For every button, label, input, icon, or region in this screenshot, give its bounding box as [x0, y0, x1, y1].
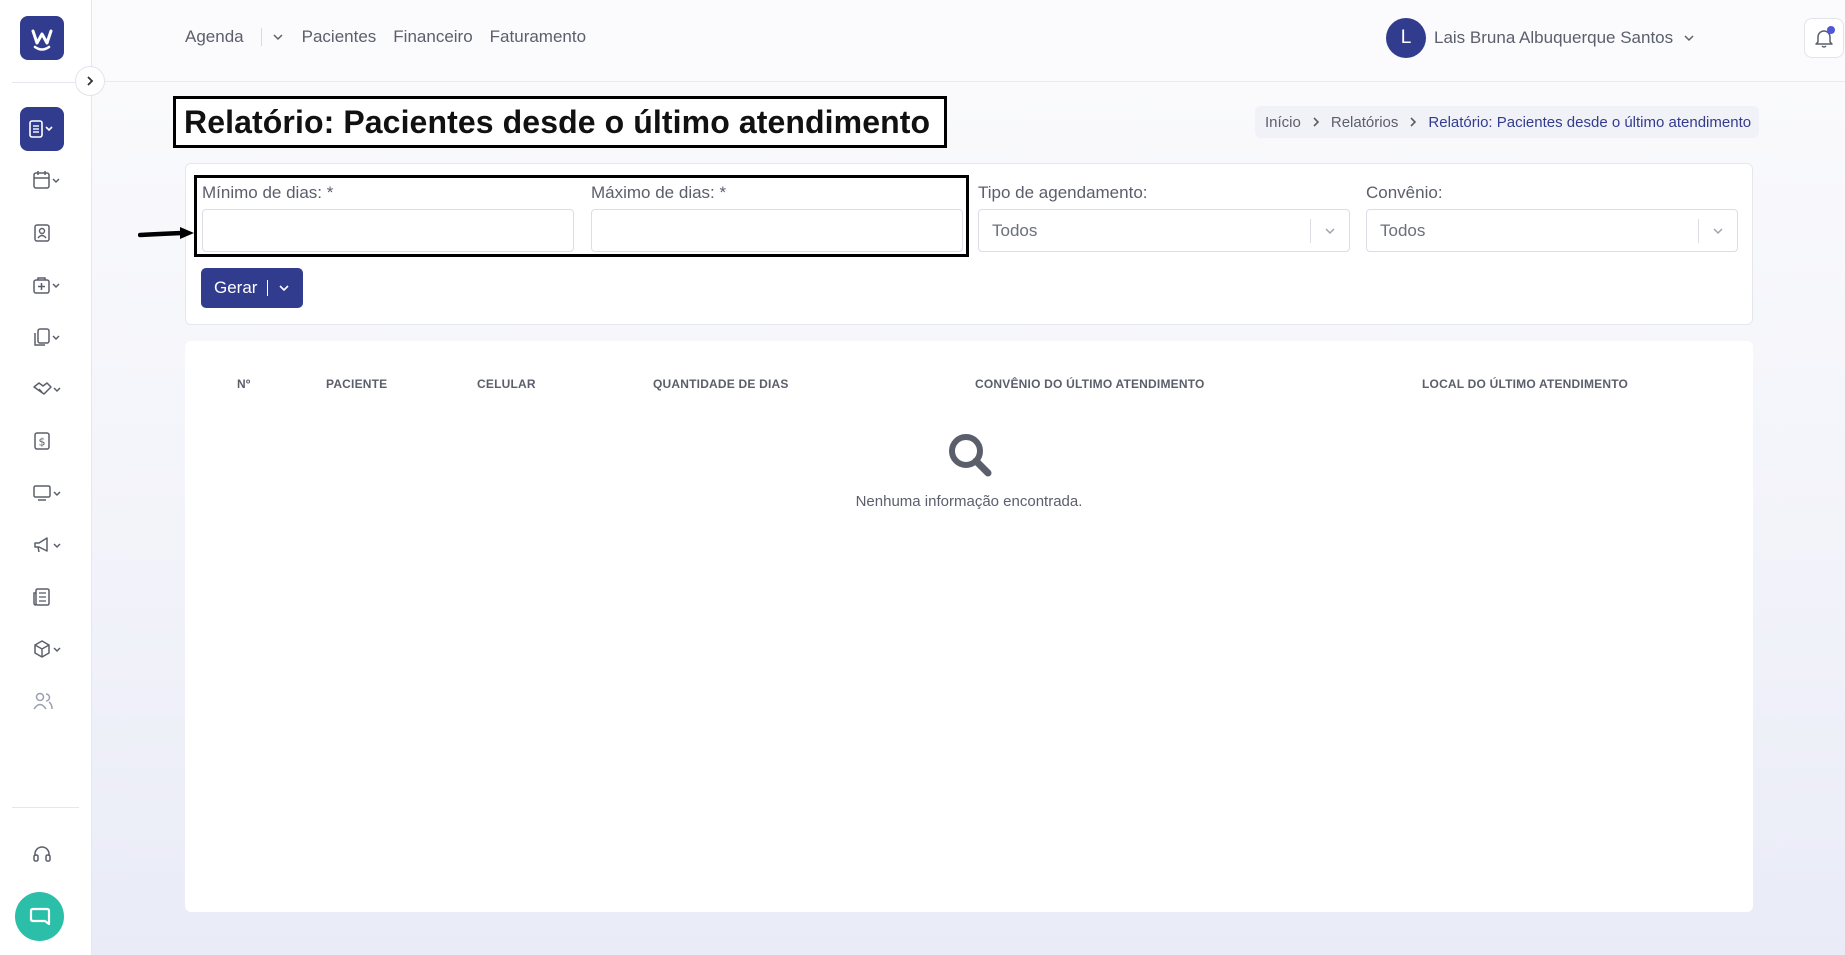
newspaper-icon: [33, 588, 50, 606]
breadcrumb-separator: [1408, 117, 1418, 127]
results-table: Nº PACIENTE CELULAR QUANTIDADE DE DIAS C…: [185, 341, 1753, 912]
documents-icon: [34, 328, 60, 346]
breadcrumb-home[interactable]: Início: [1265, 114, 1301, 131]
sidebar-divider: [12, 82, 79, 83]
select-arrow[interactable]: [1699, 225, 1737, 237]
user-menu[interactable]: L Lais Bruna Albuquerque Santos: [1386, 18, 1695, 58]
medical-kit-icon: [33, 277, 60, 294]
chevron-down-icon: [1325, 227, 1335, 234]
sidebar-item-agreements[interactable]: [26, 373, 66, 405]
report-icon: [29, 120, 53, 138]
monitor-icon: [33, 485, 61, 501]
sidebar: $: [0, 0, 92, 955]
insurance-label: Convênio:: [1366, 183, 1443, 202]
min-days-label: Mínimo de dias: *: [202, 183, 334, 202]
logo-icon: [31, 29, 53, 51]
chevron-down-icon: [279, 285, 290, 292]
user-name[interactable]: Lais Bruna Albuquerque Santos: [1434, 28, 1673, 48]
chat-button[interactable]: [15, 892, 64, 941]
chevron-down-icon: [273, 34, 283, 41]
search-icon: [949, 434, 992, 477]
breadcrumb-reports[interactable]: Relatórios: [1331, 114, 1399, 131]
sidebar-item-inventory[interactable]: [26, 633, 66, 665]
nav-faturamento[interactable]: Faturamento: [490, 27, 586, 47]
sidebar-item-medical[interactable]: [26, 269, 66, 301]
nav-agenda[interactable]: Agenda: [185, 27, 244, 47]
chevron-right-icon: [1313, 117, 1319, 127]
sidebar-item-marketing[interactable]: [26, 529, 66, 561]
schedule-type-value: Todos: [992, 220, 1038, 240]
chevron-down-icon: [1684, 35, 1694, 42]
column-header-insurance[interactable]: CONVÊNIO DO ÚLTIMO ATENDIMENTO: [975, 377, 1205, 391]
column-header-number[interactable]: Nº: [237, 377, 250, 391]
button-separator: [267, 280, 269, 296]
breadcrumb-current: Relatório: Pacientes desde o último aten…: [1428, 113, 1752, 131]
column-header-location[interactable]: LOCAL DO ÚLTIMO ATENDIMENTO: [1422, 377, 1628, 391]
sidebar-item-news[interactable]: [26, 581, 66, 613]
sidebar-item-patients[interactable]: [26, 217, 66, 249]
box-icon: [34, 640, 61, 658]
sidebar-item-documents[interactable]: [26, 321, 66, 353]
insurance-select[interactable]: Todos: [1366, 209, 1738, 252]
sidebar-item-financial[interactable]: $: [26, 425, 66, 457]
column-header-phone[interactable]: CELULAR: [477, 377, 536, 391]
nav-agenda-dropdown[interactable]: [272, 31, 284, 43]
breadcrumb-separator: [1311, 117, 1321, 127]
nav-pacientes[interactable]: Pacientes: [302, 27, 377, 47]
insurance-value: Todos: [1380, 220, 1426, 240]
notification-dot: [1827, 26, 1835, 34]
column-header-days[interactable]: QUANTIDADE DE DIAS: [653, 377, 789, 391]
handshake-icon: [33, 382, 61, 395]
headset-icon: [33, 846, 51, 862]
user-menu-dropdown[interactable]: [1683, 32, 1695, 44]
pointer-arrow-icon: [138, 227, 194, 239]
select-arrow[interactable]: [1311, 225, 1349, 237]
chat-icon: [29, 907, 50, 925]
chevron-right-icon: [1410, 117, 1417, 127]
page-title-highlight: Relatório: Pacientes desde o último aten…: [173, 96, 947, 148]
sidebar-item-support[interactable]: [26, 838, 66, 870]
chevron-right-icon: [87, 76, 94, 86]
nav-separator: [260, 28, 262, 46]
page-title: Relatório: Pacientes desde o último aten…: [184, 103, 931, 140]
breadcrumb: Início Relatórios Relatório: Pacientes d…: [1255, 106, 1760, 138]
users-icon: [33, 692, 53, 710]
topbar: Agenda Pacientes Financeiro Faturamento …: [92, 0, 1845, 82]
avatar[interactable]: L: [1386, 18, 1426, 58]
generate-button-label: Gerar: [214, 278, 258, 297]
top-navigation: Agenda Pacientes Financeiro Faturamento: [185, 27, 603, 47]
chevron-down-icon: [1713, 227, 1723, 234]
megaphone-icon: [34, 537, 61, 553]
max-days-input[interactable]: [591, 209, 963, 252]
svg-text:$: $: [39, 436, 46, 449]
app-logo[interactable]: [20, 16, 64, 60]
generate-button[interactable]: Gerar: [201, 268, 303, 308]
sidebar-divider-bottom: [12, 807, 79, 808]
nav-financeiro[interactable]: Financeiro: [393, 27, 472, 47]
column-header-patient[interactable]: PACIENTE: [326, 377, 387, 391]
sidebar-item-monitor[interactable]: [26, 477, 66, 509]
sidebar-item-reports[interactable]: [20, 107, 64, 151]
contact-card-icon: [34, 224, 50, 242]
max-days-label: Máximo de dias: *: [591, 183, 727, 202]
calendar-icon: [33, 171, 60, 189]
notifications-button[interactable]: [1804, 18, 1844, 58]
filter-card: Mínimo de dias: * Máximo de dias: * Tipo…: [185, 163, 1753, 325]
sidebar-expand-button[interactable]: [75, 66, 105, 96]
sidebar-item-users[interactable]: [26, 685, 66, 717]
schedule-type-select[interactable]: Todos: [978, 209, 1350, 252]
empty-state-message: Nenhuma informação encontrada.: [855, 493, 1083, 510]
min-days-input[interactable]: [202, 209, 574, 252]
dollar-icon: $: [34, 432, 50, 450]
schedule-type-label: Tipo de agendamento:: [978, 183, 1148, 202]
sidebar-item-calendar[interactable]: [26, 164, 66, 196]
